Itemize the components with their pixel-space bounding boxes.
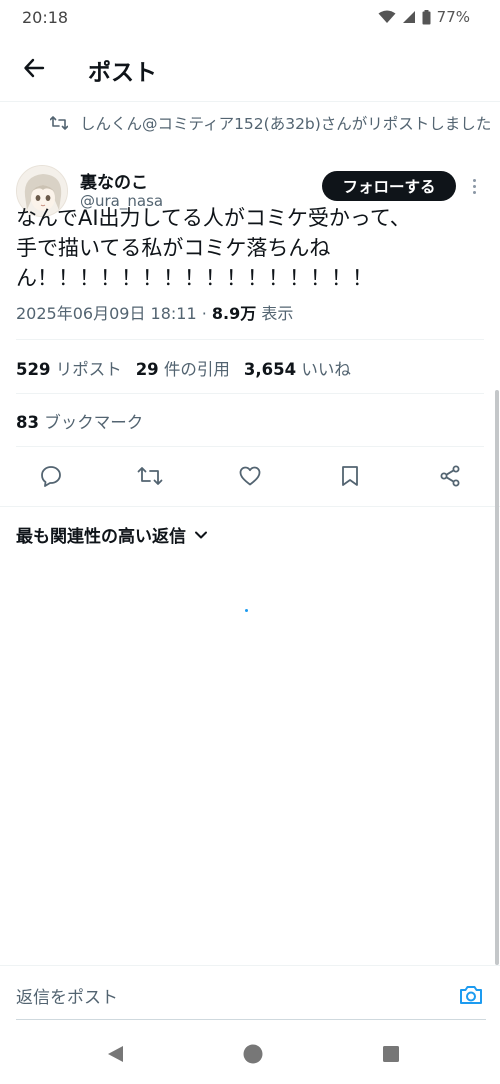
like-count-stat[interactable]: 3,654 いいね — [244, 356, 351, 380]
author-name[interactable]: 裏なのこ — [80, 168, 148, 193]
bookmark-icon — [338, 464, 362, 492]
view-label: 表示 — [256, 304, 294, 323]
share-icon — [438, 464, 462, 492]
like-button[interactable] — [236, 464, 264, 492]
quote-label: 件の引用 — [158, 360, 230, 379]
back-button[interactable] — [16, 52, 52, 88]
wifi-icon — [378, 10, 396, 24]
repost-text: しんくん@コミティア152(あ32b)さんがリポストしました — [80, 115, 492, 133]
meta-divider — [16, 339, 484, 340]
battery-icon — [422, 9, 431, 25]
retweet-small-icon — [49, 115, 69, 135]
follow-button[interactable]: フォローする — [322, 171, 456, 201]
reply-button[interactable] — [37, 464, 65, 492]
loading-spinner — [245, 609, 248, 612]
stats-row: 529 リポスト 29 件の引用 3,654 いいね — [16, 356, 365, 380]
reply-sort-dropdown[interactable]: 最も関連性の高い返信 — [16, 522, 208, 547]
system-nav-bar — [0, 1030, 500, 1084]
like-label: いいね — [296, 360, 351, 379]
heart-icon — [238, 464, 262, 492]
tweet-meta: 2025年06月09日 18:11 · 8.9万 表示 — [16, 300, 293, 324]
reply-sort-label: 最も関連性の高い返信 — [16, 527, 186, 547]
camera-icon — [458, 986, 484, 1011]
status-icons: 77% — [378, 8, 470, 26]
action-bar — [0, 457, 500, 499]
reply-underline — [16, 1019, 486, 1020]
reply-composer: 返信をポスト — [0, 966, 500, 1022]
action-divider — [0, 506, 500, 507]
retweet-icon — [137, 464, 163, 492]
cellular-signal-icon — [402, 10, 416, 24]
reply-icon — [39, 464, 63, 492]
page-title: ポスト — [88, 60, 157, 86]
retweet-button[interactable] — [136, 464, 164, 492]
bookmark-button[interactable] — [336, 464, 364, 492]
quote-count-stat[interactable]: 29 件の引用 — [136, 356, 230, 380]
quote-count: 29 — [135, 360, 159, 379]
stats-divider — [16, 393, 484, 394]
bookmark-count-stat[interactable]: 83 ブックマーク — [16, 409, 143, 433]
triangle-back-icon — [105, 1044, 125, 1068]
square-recents-icon — [381, 1044, 401, 1068]
circle-home-icon — [242, 1043, 264, 1069]
tweet-datetime[interactable]: 2025年06月09日 18:11 — [16, 304, 197, 323]
like-count: 3,654 — [243, 360, 297, 379]
nav-recents-button[interactable] — [380, 1045, 402, 1067]
bookmark-divider — [16, 446, 484, 447]
repost-label: リポスト — [50, 360, 122, 379]
app-header: ポスト — [0, 40, 500, 100]
nav-home-button[interactable] — [242, 1043, 264, 1069]
share-button[interactable] — [436, 464, 464, 492]
status-time: 20:18 — [22, 8, 69, 27]
meta-separator: · — [196, 304, 212, 323]
more-dots-icon — [472, 178, 476, 182]
repost-count: 529 — [16, 360, 51, 379]
bookmark-label: ブックマーク — [38, 413, 144, 432]
bookmark-count: 83 — [16, 413, 39, 432]
more-options-button[interactable] — [466, 174, 482, 198]
header-divider — [0, 101, 500, 102]
camera-button[interactable] — [458, 983, 484, 1007]
nav-back-button[interactable] — [104, 1045, 126, 1067]
view-count: 8.9万 — [211, 304, 257, 323]
status-bar: 20:18 77% — [0, 0, 500, 36]
tweet-text: なんでAI出力してる人がコミケ受かって、手で描いてる私がコミケ落ちんねん！！！！… — [16, 206, 411, 290]
arrow-left-icon — [22, 56, 46, 84]
repost-count-stat[interactable]: 529 リポスト — [16, 356, 122, 380]
scrollbar[interactable] — [495, 390, 499, 965]
battery-percent: 77% — [436, 8, 470, 26]
reply-input[interactable]: 返信をポスト — [16, 983, 118, 1008]
chevron-down-icon — [194, 525, 208, 545]
